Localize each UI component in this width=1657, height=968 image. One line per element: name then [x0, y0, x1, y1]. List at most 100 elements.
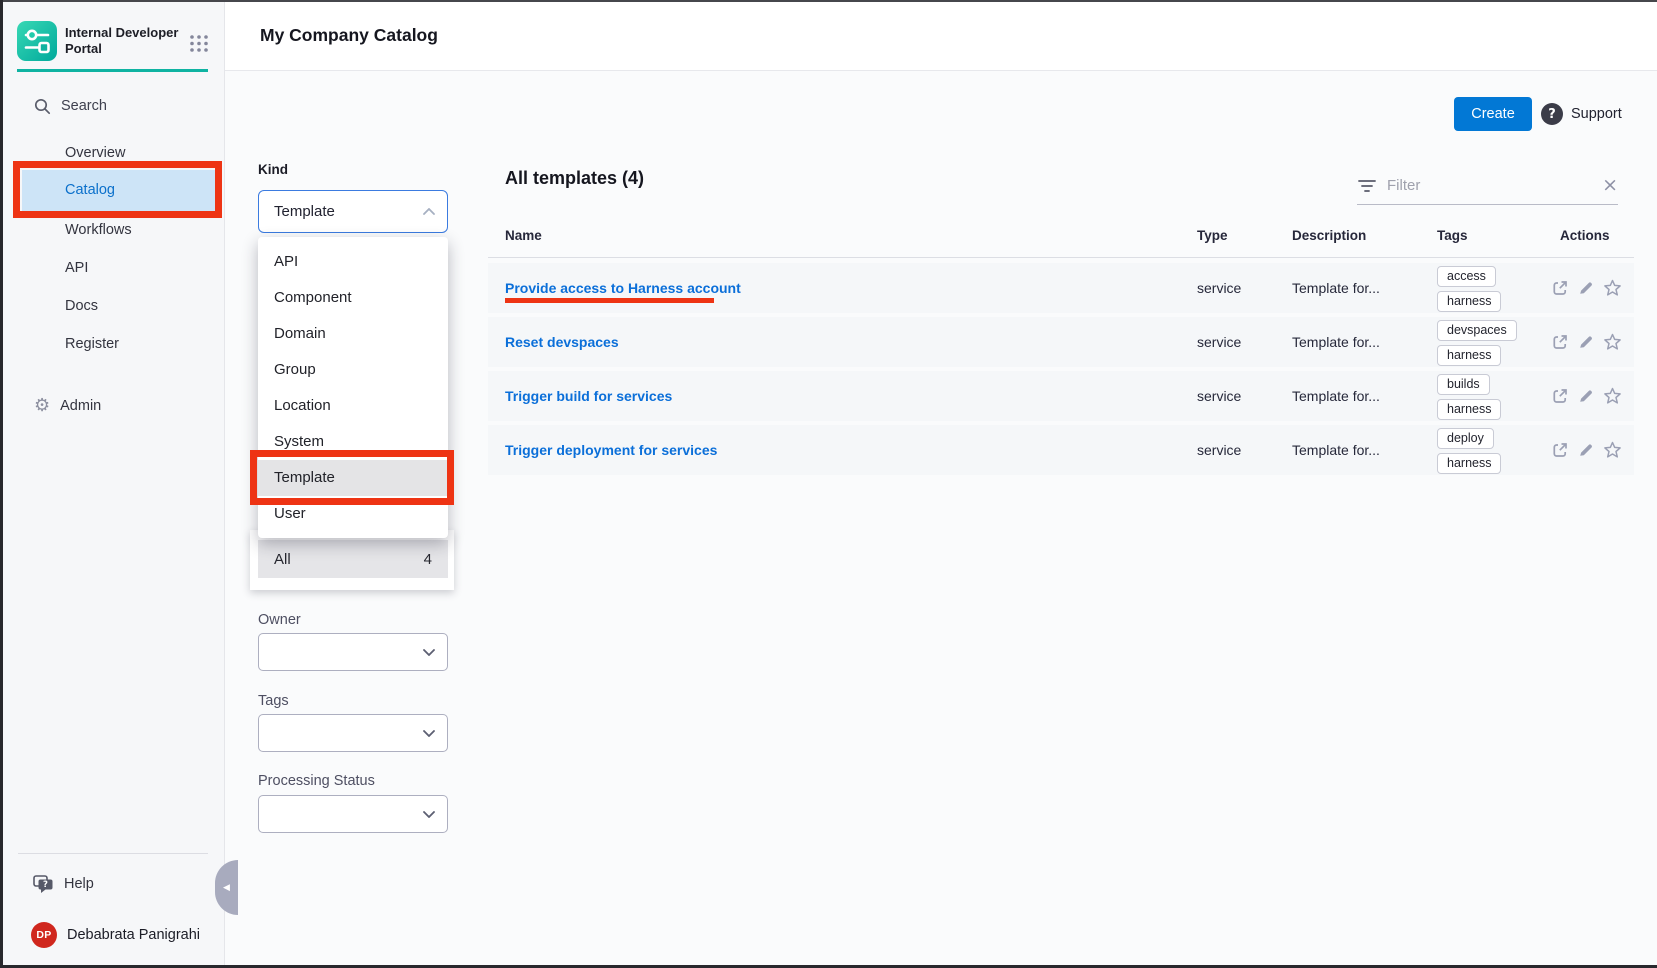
kind-option-template[interactable]: Template [258, 460, 448, 496]
sidebar-item-admin[interactable]: ⚙ Admin [22, 386, 215, 426]
column-header-actions: Actions [1560, 228, 1610, 243]
search-label: Search [61, 98, 107, 114]
clear-filter-icon[interactable]: × [1602, 176, 1618, 195]
top-header-bar [225, 0, 1657, 71]
row-type: service [1197, 371, 1241, 421]
row-description: Template for... [1292, 425, 1380, 475]
row-name-link[interactable]: Provide access to Harness account [505, 263, 741, 313]
sidebar-item-api[interactable]: API [22, 248, 215, 288]
support-question-icon[interactable]: ? [1541, 103, 1563, 125]
kind-option-domain[interactable]: Domain [258, 316, 448, 352]
kind-option-location[interactable]: Location [258, 388, 448, 424]
row-tags: deploy harness [1437, 428, 1501, 474]
app-logo[interactable] [17, 21, 57, 61]
open-in-new-icon[interactable] [1551, 387, 1569, 405]
sidebar-divider [18, 853, 208, 854]
kind-option-group[interactable]: Group [258, 352, 448, 388]
circuit-logo-icon [17, 21, 57, 61]
row-tags: devspaces harness [1437, 320, 1517, 366]
svg-text:?: ? [43, 880, 48, 890]
open-in-new-icon[interactable] [1551, 441, 1569, 459]
open-in-new-icon[interactable] [1551, 333, 1569, 351]
column-header-description: Description [1292, 228, 1366, 243]
row-name-link[interactable]: Reset devspaces [505, 317, 619, 367]
edit-icon[interactable] [1577, 441, 1595, 459]
app-title-line2: Portal [65, 41, 185, 57]
kind-filter-label: Kind [258, 162, 288, 177]
search-icon [34, 98, 51, 115]
sidebar-item-docs[interactable]: Docs [22, 286, 215, 326]
tags-select[interactable] [258, 714, 448, 752]
kind-options-menu: API Component Domain Group Location Syst… [258, 237, 448, 538]
sidebar-item-register[interactable]: Register [22, 324, 215, 364]
table-row: Trigger build for services service Templ… [488, 371, 1634, 421]
tag-chip: harness [1437, 453, 1501, 474]
user-name: Debabrata Panigrahi [67, 927, 200, 943]
kind-option-system[interactable]: System [258, 424, 448, 460]
app-title: Internal Developer Portal [65, 25, 185, 57]
avatar: DP [31, 922, 57, 948]
table-row: Reset devspaces service Template for... … [488, 317, 1634, 367]
apps-grid-icon[interactable] [188, 34, 210, 58]
edit-icon[interactable] [1577, 279, 1595, 297]
app-title-line1: Internal Developer [65, 25, 185, 41]
row-actions [1551, 263, 1622, 313]
admin-label: Admin [60, 398, 101, 414]
help-chat-icon: ? [32, 874, 55, 895]
kind-option-user[interactable]: User [258, 496, 448, 532]
table-filter-input[interactable] [1385, 176, 1594, 195]
processing-status-select[interactable] [258, 795, 448, 833]
star-icon[interactable] [1603, 279, 1622, 297]
kind-select[interactable]: Template [258, 190, 448, 233]
owner-select[interactable] [258, 633, 448, 671]
row-type: service [1197, 263, 1241, 313]
row-description: Template for... [1292, 317, 1380, 367]
processing-status-filter-label: Processing Status [258, 773, 375, 789]
column-header-tags: Tags [1437, 228, 1468, 243]
tag-chip: access [1437, 266, 1496, 287]
owner-filter-label: Owner [258, 612, 301, 628]
row-type: service [1197, 425, 1241, 475]
window-edge-top [0, 0, 1657, 2]
row-description: Template for... [1292, 371, 1380, 421]
sidebar-user-item[interactable]: DP Debabrata Panigrahi [22, 915, 215, 955]
star-icon[interactable] [1603, 387, 1622, 405]
row-tags: access harness [1437, 266, 1501, 312]
sidebar: Internal Developer Portal Search Overvie… [0, 0, 225, 968]
chevron-down-icon [423, 649, 435, 656]
table-header-divider [488, 257, 1634, 258]
sidebar-item-help[interactable]: ? Help [22, 864, 215, 904]
row-name-link[interactable]: Trigger deployment for services [505, 425, 717, 475]
gear-icon: ⚙ [34, 397, 50, 415]
edit-icon[interactable] [1577, 387, 1595, 405]
column-header-name: Name [505, 228, 542, 243]
row-actions [1551, 425, 1622, 475]
kind-summary-row-all[interactable]: All 4 [258, 540, 448, 578]
kind-option-component[interactable]: Component [258, 280, 448, 316]
tag-chip: deploy [1437, 428, 1494, 449]
tag-chip: builds [1437, 374, 1490, 395]
window-edge-left [0, 0, 3, 968]
sidebar-item-workflows[interactable]: Workflows [22, 210, 215, 250]
support-button[interactable]: Support [1571, 103, 1622, 125]
open-in-new-icon[interactable] [1551, 279, 1569, 297]
help-label: Help [64, 876, 94, 892]
table-row: Provide access to Harness account servic… [488, 263, 1634, 313]
edit-icon[interactable] [1577, 333, 1595, 351]
kind-summary-count: 4 [424, 551, 432, 568]
sidebar-item-overview[interactable]: Overview [22, 133, 215, 173]
row-actions [1551, 317, 1622, 367]
table-title: All templates (4) [505, 168, 644, 189]
row-name-link[interactable]: Trigger build for services [505, 371, 672, 421]
sidebar-item-catalog[interactable]: Catalog [22, 170, 215, 211]
collapse-arrow-icon: ◀ [223, 883, 230, 893]
sidebar-item-search[interactable]: Search [22, 86, 215, 126]
star-icon[interactable] [1603, 441, 1622, 459]
column-header-type: Type [1197, 228, 1228, 243]
tag-chip: harness [1437, 399, 1501, 420]
kind-option-api[interactable]: API [258, 244, 448, 280]
star-icon[interactable] [1603, 333, 1622, 351]
tag-chip: harness [1437, 291, 1501, 312]
row-tags: builds harness [1437, 374, 1501, 420]
create-button[interactable]: Create [1454, 97, 1532, 131]
